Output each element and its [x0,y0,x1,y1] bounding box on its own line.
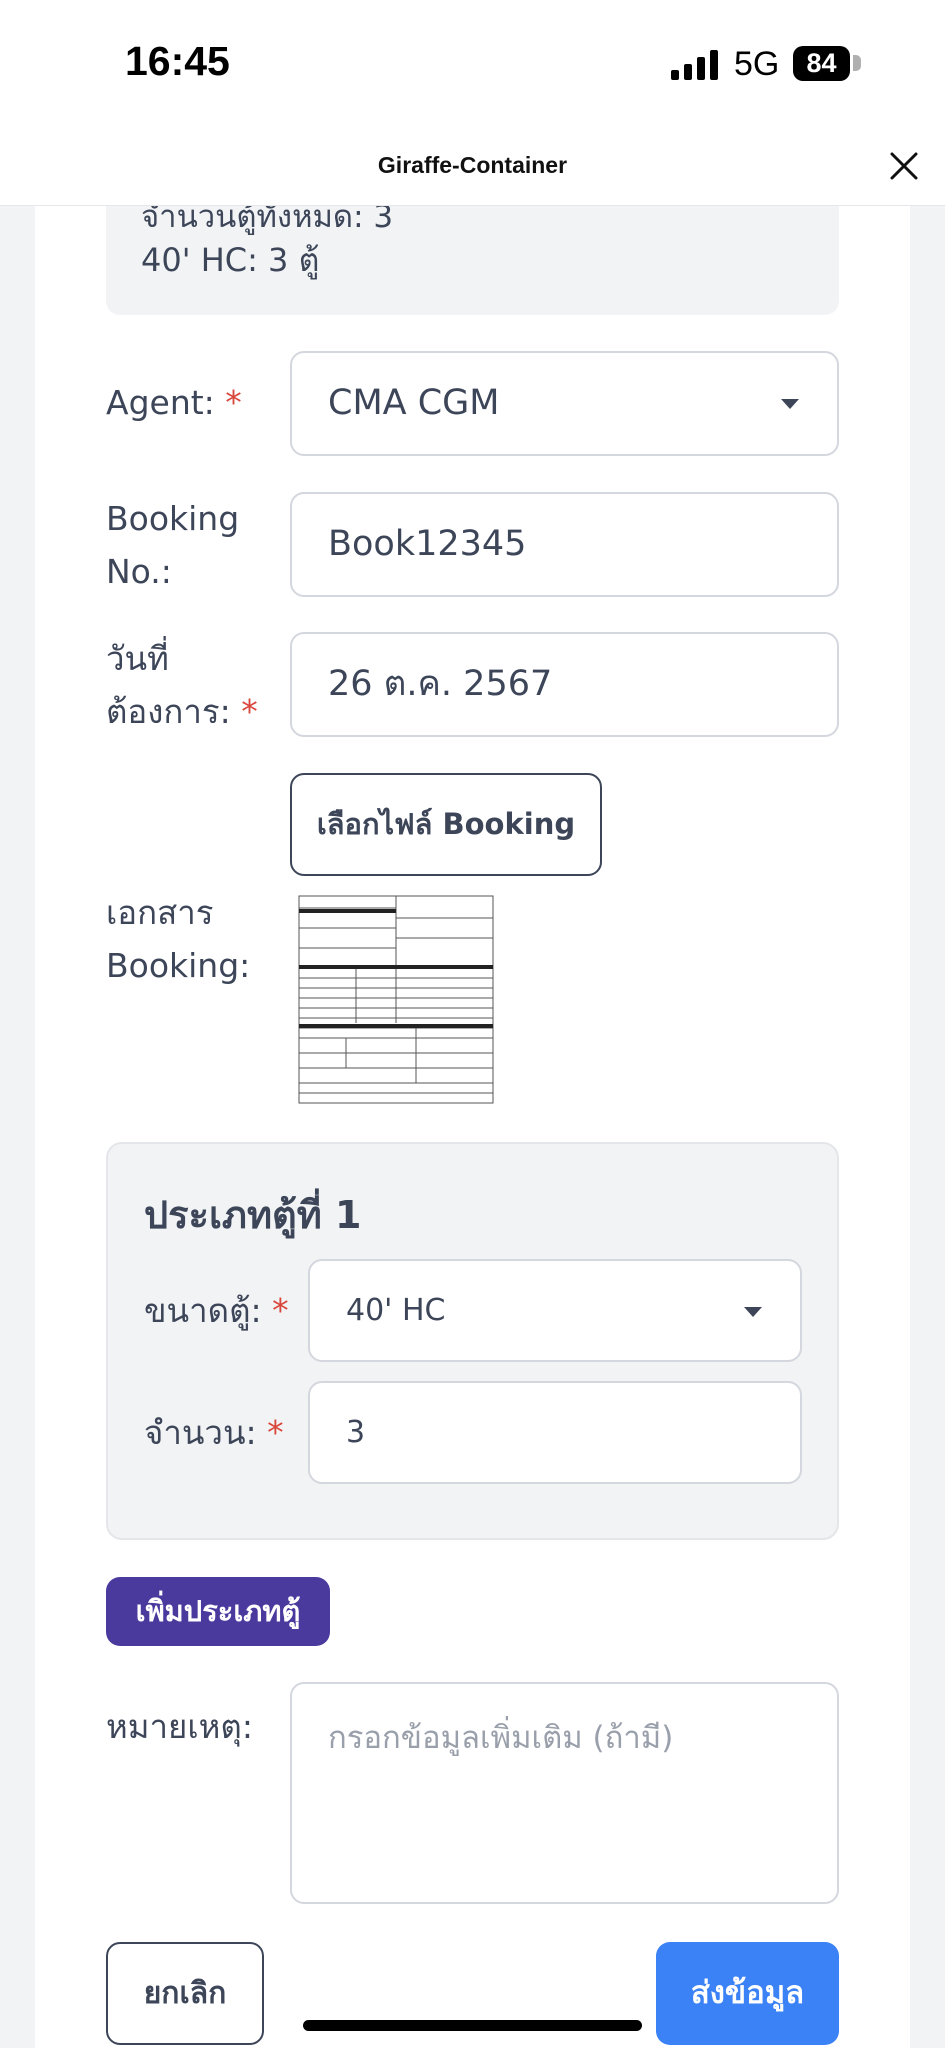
agent-select[interactable]: CMA CGM [290,351,839,456]
required-marker: * [225,383,242,422]
container-type-title: ประเภทตู้ที่ 1 [144,1193,362,1237]
notes-textarea[interactable] [290,1682,839,1904]
container-size-value: 40' HC [346,1293,446,1328]
date-value: 26 ต.ค. 2567 [328,664,553,704]
agent-label: Agent: * [106,383,242,422]
required-marker: * [241,692,258,731]
page-title: Giraffe-Container [377,152,568,178]
add-container-type-button[interactable]: เพิ่มประเภทตู้ [106,1577,330,1646]
date-label: วันที่ ต้องการ: * [106,639,258,731]
battery-nub [853,55,861,71]
container-size-select[interactable]: 40' HC [308,1259,802,1362]
battery-icon: 84 [793,46,850,81]
container-size-label: ขนาดตู้: * [144,1291,289,1330]
booking-no-input[interactable]: Book12345 [290,492,839,597]
booking-no-value: Book12345 [328,524,527,564]
container-type-box: ประเภทตู้ที่ 1 ขนาดตู้: * 40' HC จำนวน: … [106,1142,839,1540]
status-time: 16:45 [125,38,230,84]
agent-value: CMA CGM [328,383,500,423]
booking-document-thumbnail[interactable] [296,893,496,1106]
chevron-down-icon [744,1307,762,1317]
container-qty-input[interactable]: 3 [308,1381,802,1484]
container-summary: จำนวนตู้ทั้งหมด: 3 40' HC: 3 ตู้ [106,205,839,315]
cellular-signal-icon [671,50,718,80]
chevron-down-icon [781,399,799,409]
cancel-button[interactable]: ยกเลิก [106,1942,264,2045]
required-marker: * [267,1413,284,1452]
required-marker: * [272,1291,289,1330]
date-input[interactable]: 26 ต.ค. 2567 [290,632,839,737]
close-icon[interactable] [884,146,924,186]
status-bar: 16:45 5G 84 [0,0,945,130]
submit-button[interactable]: ส่งข้อมูล [656,1942,839,2045]
nav-header: Giraffe-Container [0,130,945,205]
summary-line: 40' HC: 3 ตู้ [141,241,320,279]
container-qty-label: จำนวน: * [144,1413,284,1452]
network-type: 5G [734,45,780,83]
choose-booking-file-button[interactable]: เลือกไฟล์ Booking [290,773,602,876]
booking-no-label: Booking No.: [106,499,240,591]
notes-label: หมายเหตุ: [106,1707,253,1746]
container-qty-value: 3 [346,1415,366,1450]
home-indicator [303,2020,642,2031]
booking-document-label: เอกสาร Booking: [106,893,251,985]
